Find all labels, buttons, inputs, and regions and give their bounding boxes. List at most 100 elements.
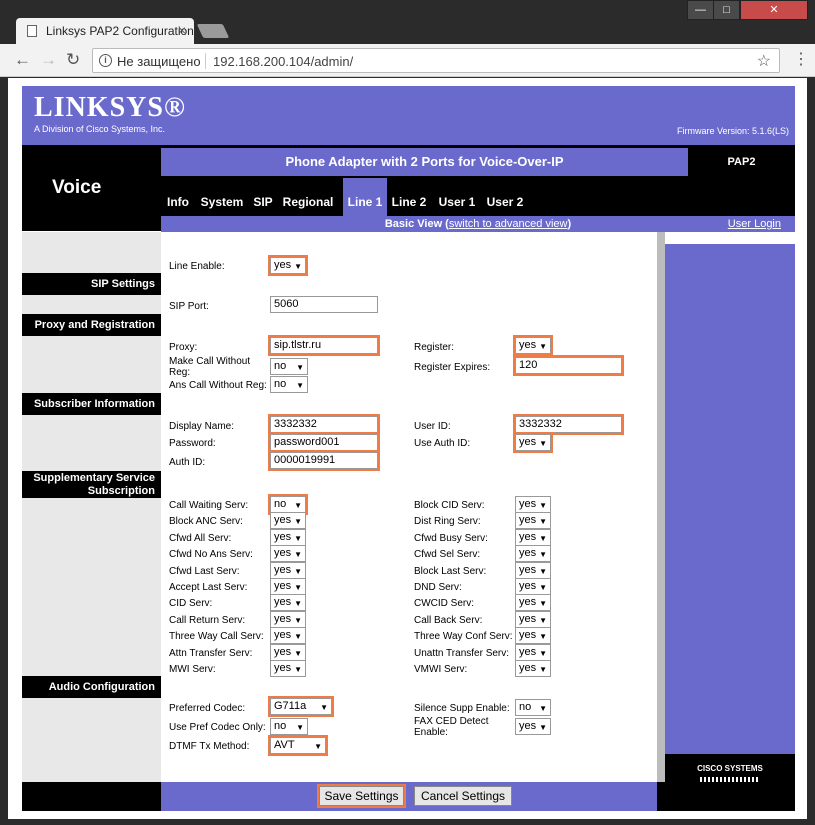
auth-id-label: Auth ID: xyxy=(169,457,206,468)
supp-select[interactable]: yes xyxy=(515,627,551,644)
supp-select[interactable]: yes xyxy=(270,545,306,562)
line-enable-label: Line Enable: xyxy=(169,261,225,272)
supp-label: Accept Last Serv: xyxy=(169,582,248,593)
use-pref-codec-only-select[interactable]: no xyxy=(270,718,308,735)
supp-label: Block ANC Serv: xyxy=(169,516,243,527)
use-pref-codec-only-label: Use Pref Codec Only: xyxy=(169,722,266,733)
document-icon xyxy=(27,25,37,37)
browser-tab[interactable]: Linksys PAP2 Configuration × xyxy=(16,18,194,44)
supp-select[interactable]: yes xyxy=(515,660,551,677)
tab-line-1[interactable]: Line 1 xyxy=(343,178,387,216)
silence-supp-label: Silence Supp Enable: xyxy=(414,703,510,714)
supp-select[interactable]: yes xyxy=(270,644,306,661)
supp-select[interactable]: yes xyxy=(270,578,306,595)
silence-supp-select[interactable]: no xyxy=(515,699,551,716)
supp-label: Cfwd Sel Serv: xyxy=(414,549,481,560)
not-secure-label: Не защищено xyxy=(117,54,201,69)
supp-label: MWI Serv: xyxy=(169,664,216,675)
section-supplementary-line2: Subscription xyxy=(87,485,155,497)
password-input[interactable]: password001 xyxy=(268,432,380,453)
supp-label: Cfwd Last Serv: xyxy=(169,566,240,577)
bookmark-star-icon[interactable]: ☆ xyxy=(757,51,771,71)
url-text[interactable]: 192.168.200.104/admin/ xyxy=(213,54,353,69)
supp-select[interactable]: yes xyxy=(270,529,306,546)
minimize-button[interactable]: — xyxy=(687,0,714,20)
supp-label: Call Back Serv: xyxy=(414,615,483,626)
supp-select[interactable]: yes xyxy=(515,611,551,628)
register-select[interactable]: yes xyxy=(513,335,553,356)
address-bar[interactable]: i Не защищено 192.168.200.104/admin/ ☆ xyxy=(92,48,780,73)
supp-select[interactable]: no xyxy=(268,494,308,515)
bottom-action-bar xyxy=(161,782,657,811)
supp-select[interactable]: yes xyxy=(515,512,551,529)
supp-select[interactable]: yes xyxy=(270,660,306,677)
menu-dots-icon[interactable]: ⋮ xyxy=(793,49,809,69)
fax-ced-select[interactable]: yes xyxy=(515,718,551,735)
tabs-row: Info System SIP Regional Line 1 Line 2 U… xyxy=(161,178,795,216)
save-settings-button[interactable]: Save Settings xyxy=(317,784,406,808)
back-arrow-icon[interactable]: ← xyxy=(14,50,31,70)
cancel-settings-button[interactable]: Cancel Settings xyxy=(414,786,512,806)
section-supplementary-line1: Supplementary Service xyxy=(33,472,155,484)
maximize-button[interactable]: □ xyxy=(713,0,740,20)
tab-title: Linksys PAP2 Configuration xyxy=(46,24,194,38)
supp-label: Call Return Serv: xyxy=(169,615,246,626)
supp-select[interactable]: yes xyxy=(515,496,551,513)
supp-select[interactable]: yes xyxy=(270,594,306,611)
line-enable-select[interactable]: yes xyxy=(268,255,308,276)
user-id-input[interactable]: 3332332 xyxy=(513,414,624,435)
close-window-button[interactable]: ✕ xyxy=(740,0,808,20)
supp-select[interactable]: yes xyxy=(270,562,306,579)
linksys-logo: LINKSYS® xyxy=(34,92,186,123)
dtmf-tx-method-select[interactable]: AVT xyxy=(268,735,328,756)
display-name-input[interactable]: 3332332 xyxy=(268,414,380,435)
supp-label: DND Serv: xyxy=(414,582,462,593)
advanced-view-link[interactable]: switch to advanced view xyxy=(449,218,568,230)
browser-toolbar: ← → ↻ i Не защищено 192.168.200.104/admi… xyxy=(0,44,815,77)
tab-info[interactable]: Info xyxy=(161,178,195,216)
supp-label: Call Waiting Serv: xyxy=(169,500,249,511)
user-login-link[interactable]: User Login xyxy=(728,216,781,232)
divider xyxy=(205,53,206,69)
tab-sip[interactable]: SIP xyxy=(251,178,275,216)
tab-system[interactable]: System xyxy=(197,178,247,216)
supp-select[interactable]: yes xyxy=(270,512,306,529)
section-title: Voice xyxy=(52,177,102,198)
supp-select[interactable]: yes xyxy=(515,545,551,562)
supp-select[interactable]: yes xyxy=(515,578,551,595)
forward-arrow-icon[interactable]: → xyxy=(40,50,57,70)
logo-subtitle: A Division of Cisco Systems, Inc. xyxy=(34,124,166,134)
supp-select[interactable]: yes xyxy=(270,611,306,628)
tab-user-2[interactable]: User 2 xyxy=(484,178,526,216)
preferred-codec-select[interactable]: G711a xyxy=(268,696,334,717)
tab-line-2[interactable]: Line 2 xyxy=(390,178,428,216)
supp-label: Cfwd All Serv: xyxy=(169,533,232,544)
section-subscriber-info: Subscriber Information xyxy=(22,393,161,415)
supp-select[interactable]: yes xyxy=(515,529,551,546)
new-tab-button[interactable] xyxy=(196,24,230,38)
supp-label: VMWI Serv: xyxy=(414,664,468,675)
proxy-input[interactable]: sip.tlstr.ru xyxy=(268,335,380,356)
ans-call-without-reg-select[interactable]: no xyxy=(270,376,308,393)
tab-regional[interactable]: Regional xyxy=(280,178,336,216)
supp-select[interactable]: yes xyxy=(270,627,306,644)
use-auth-id-select[interactable]: yes xyxy=(513,432,553,453)
supp-label: Block CID Serv: xyxy=(414,500,485,511)
info-icon[interactable]: i xyxy=(99,54,112,67)
supp-select[interactable]: yes xyxy=(515,594,551,611)
register-expires-input[interactable]: 120 xyxy=(513,355,624,376)
make-call-without-reg-select[interactable]: no xyxy=(270,358,308,375)
product-title: Phone Adapter with 2 Ports for Voice-Ove… xyxy=(161,148,688,176)
basic-view-suffix: ) xyxy=(567,218,572,230)
view-bar: Basic View (switch to advanced view) Use… xyxy=(161,216,795,232)
supp-select[interactable]: yes xyxy=(515,562,551,579)
ans-call-without-reg-label: Ans Call Without Reg: xyxy=(169,380,267,391)
tab-user-1[interactable]: User 1 xyxy=(436,178,478,216)
sip-port-input[interactable]: 5060 xyxy=(270,296,378,313)
supp-select[interactable]: yes xyxy=(515,644,551,661)
auth-id-input[interactable]: 0000019991 xyxy=(268,450,380,471)
close-tab-icon[interactable]: × xyxy=(178,22,186,38)
reload-icon[interactable]: ↻ xyxy=(66,50,80,70)
page-content: LINKSYS® A Division of Cisco Systems, In… xyxy=(8,78,807,819)
fax-ced-label-line2: Enable: xyxy=(414,727,448,738)
